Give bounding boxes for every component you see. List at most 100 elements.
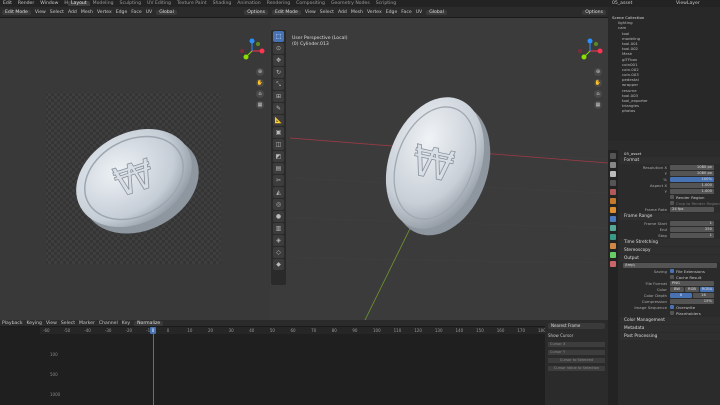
pan-hand-icon[interactable]: ✋ bbox=[256, 79, 264, 87]
left-nav-gizmo[interactable] bbox=[238, 38, 266, 66]
right-menu-add[interactable]: Add bbox=[338, 10, 347, 15]
metadata-header[interactable]: Metadata bbox=[620, 325, 720, 332]
timeline-menu-channel[interactable]: Channel bbox=[99, 321, 118, 326]
stereoscopy-header[interactable]: Stereoscopy bbox=[620, 247, 720, 254]
timeline-menu-view[interactable]: View bbox=[46, 321, 57, 326]
tab-rendering[interactable]: Rendering bbox=[264, 1, 293, 6]
left-menu-edge[interactable]: Edge bbox=[116, 10, 128, 15]
snap-dropdown[interactable]: Nearest Frame bbox=[548, 323, 605, 329]
compression-field[interactable]: 15% bbox=[670, 298, 714, 304]
crop-checkbox[interactable] bbox=[670, 201, 674, 205]
timeline-menu-key[interactable]: Key bbox=[122, 321, 130, 326]
tab-layout[interactable]: Layout bbox=[68, 1, 90, 6]
tab-shading[interactable]: Shading bbox=[210, 1, 235, 6]
tab-scripting[interactable]: Scripting bbox=[373, 1, 399, 6]
cursor-x-field[interactable]: Cursor X bbox=[548, 342, 605, 347]
scale-icon[interactable]: ⤡ bbox=[273, 79, 284, 90]
aspect-x-field[interactable]: 1.000 bbox=[670, 182, 714, 188]
menu-edit[interactable]: Edit bbox=[3, 1, 12, 6]
res-pct-field[interactable]: 100% bbox=[670, 176, 714, 182]
render-region-checkbox[interactable] bbox=[670, 195, 674, 199]
move-icon[interactable]: ✥ bbox=[273, 55, 284, 66]
overwrite-checkbox[interactable] bbox=[670, 305, 674, 309]
rip-icon[interactable]: ◆ bbox=[273, 259, 284, 270]
right-menu-face[interactable]: Face bbox=[401, 10, 411, 15]
right-nav-gizmo[interactable] bbox=[576, 38, 604, 66]
left-menu-select[interactable]: Select bbox=[50, 10, 64, 15]
cursor-to-selected-button[interactable]: Cursor to Selected bbox=[548, 358, 605, 363]
cursor-value-button[interactable]: Cursor Value to Selection bbox=[548, 366, 605, 371]
right-options-button[interactable]: Options bbox=[582, 9, 606, 15]
menu-window[interactable]: Window bbox=[40, 1, 58, 6]
depth-8-button[interactable]: 8 bbox=[670, 292, 692, 298]
timeline-ruler[interactable]: -60-50-40-30-20-100102030405060708090100… bbox=[40, 327, 546, 334]
color-management-header[interactable]: Color Management bbox=[620, 317, 720, 324]
right-menu-mesh[interactable]: Mesh bbox=[351, 10, 363, 15]
format-panel-header[interactable]: Format bbox=[620, 157, 720, 164]
left-menu-add[interactable]: Add bbox=[68, 10, 77, 15]
frame-step-field[interactable]: 1 bbox=[670, 232, 714, 238]
view-layer-tab-icon[interactable] bbox=[610, 180, 616, 186]
file-format-dropdown[interactable]: PNG bbox=[670, 280, 714, 286]
particles-tab-icon[interactable] bbox=[610, 225, 616, 231]
knife-icon[interactable]: ✂ bbox=[273, 175, 284, 186]
smooth-icon[interactable]: ● bbox=[273, 211, 284, 222]
shear-icon[interactable]: ◇ bbox=[273, 247, 284, 258]
render-tab-icon[interactable] bbox=[610, 162, 616, 168]
fps-dropdown[interactable]: 24 fps bbox=[670, 206, 714, 212]
scene-selector[interactable]: 05_asset bbox=[612, 0, 632, 7]
right-menu-uv[interactable]: UV bbox=[416, 10, 423, 15]
view-layer-selector[interactable]: ViewLayer bbox=[676, 0, 700, 7]
output-path-field[interactable]: /tmp\ bbox=[623, 262, 717, 268]
right-menu-select[interactable]: Select bbox=[320, 10, 334, 15]
cache-checkbox[interactable] bbox=[670, 275, 674, 279]
tab-geometry-nodes[interactable]: Geometry Nodes bbox=[328, 1, 373, 6]
zoom-icon[interactable]: ⊕ bbox=[256, 68, 264, 76]
left-menu-mesh[interactable]: Mesh bbox=[81, 10, 93, 15]
tab-sculpting[interactable]: Sculpting bbox=[117, 1, 144, 6]
physics-tab-icon[interactable] bbox=[610, 234, 616, 240]
time-stretching-header[interactable]: Time Stretching bbox=[620, 239, 720, 246]
spin-icon[interactable]: ◎ bbox=[273, 199, 284, 210]
output-tab-icon[interactable] bbox=[610, 171, 616, 177]
output-header[interactable]: Output bbox=[620, 255, 720, 262]
show-cursor-section[interactable]: Show Cursor bbox=[548, 333, 605, 338]
inset-icon[interactable]: ◫ bbox=[273, 139, 284, 150]
right-menu-view[interactable]: View bbox=[305, 10, 316, 15]
cursor-icon[interactable]: ⊙ bbox=[273, 43, 284, 54]
object-tab-icon[interactable] bbox=[610, 207, 616, 213]
frame-end-field[interactable]: 250 bbox=[670, 226, 714, 232]
tab-modeling[interactable]: Modeling bbox=[90, 1, 117, 6]
edge-slide-icon[interactable]: ▥ bbox=[273, 223, 284, 234]
tab-texture-paint[interactable]: Texture Paint bbox=[174, 1, 210, 6]
frame-start-field[interactable]: 1 bbox=[670, 220, 714, 226]
timeline-menu-select[interactable]: Select bbox=[61, 321, 75, 326]
bevel-icon[interactable]: ◩ bbox=[273, 151, 284, 162]
tab-animation[interactable]: Animation bbox=[234, 1, 263, 6]
frame-range-header[interactable]: Frame Range bbox=[620, 213, 720, 220]
right-menu-vertex[interactable]: Vertex bbox=[367, 10, 382, 15]
grid-icon-right[interactable]: ▦ bbox=[594, 101, 602, 109]
extrude-icon[interactable]: ▣ bbox=[273, 127, 284, 138]
pan-hand-icon-right[interactable]: ✋ bbox=[594, 79, 602, 87]
world-tab-icon[interactable] bbox=[610, 198, 616, 204]
loop-cut-icon[interactable]: ▤ bbox=[273, 163, 284, 174]
measure-icon[interactable]: 📐 bbox=[273, 115, 284, 126]
depth-16-button[interactable]: 16 bbox=[693, 292, 714, 298]
outliner-item[interactable]: photos bbox=[608, 108, 720, 113]
post-processing-header[interactable]: Post Processing bbox=[620, 333, 720, 340]
timeline-menu-keying[interactable]: Keying bbox=[27, 321, 42, 326]
poly-build-icon[interactable]: ◭ bbox=[273, 187, 284, 198]
timeline-menu-playback[interactable]: Playback bbox=[2, 321, 23, 326]
data-tab-icon[interactable] bbox=[610, 252, 616, 258]
right-orientation-dropdown[interactable]: Global bbox=[426, 9, 447, 15]
left-menu-vertex[interactable]: Vertex bbox=[97, 10, 112, 15]
tab-uv-editing[interactable]: UV Editing bbox=[144, 1, 174, 6]
cursor-y-field[interactable]: Cursor Y bbox=[548, 350, 605, 355]
right-viewport[interactable]: ₩ ⊕ ✋ ⌂ ▦ bbox=[290, 18, 608, 320]
color-rgba-button[interactable]: RGBA bbox=[700, 286, 714, 292]
left-mode-dropdown[interactable]: Edit Mode bbox=[2, 9, 31, 15]
tab-compositing[interactable]: Compositing bbox=[293, 1, 328, 6]
scene-tab-icon[interactable] bbox=[610, 189, 616, 195]
camera-icon[interactable]: ⌂ bbox=[256, 90, 264, 98]
